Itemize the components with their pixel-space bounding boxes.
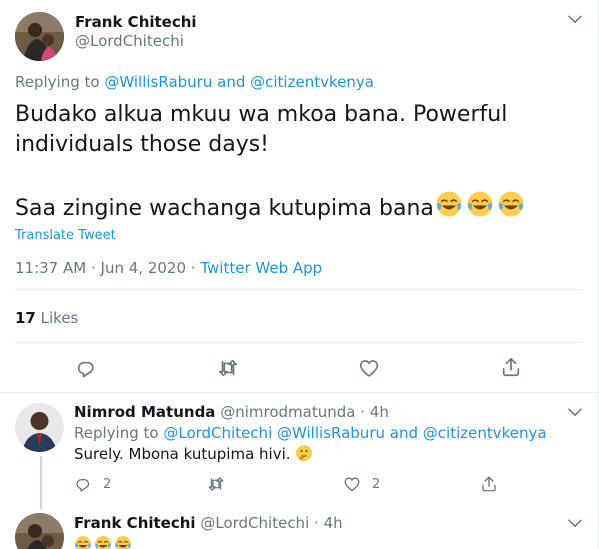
author-name[interactable]: Nimrod Matunda xyxy=(74,403,215,421)
tweet-time[interactable]: 11:37 AM xyxy=(15,259,86,277)
replying-to: Replying to @LordChitechi @WillisRaburu … xyxy=(74,423,547,443)
likes-count: 17 xyxy=(15,309,36,327)
tears-of-joy-emoji-icon xyxy=(94,535,112,549)
mention-lordchitechi[interactable]: @LordChitechi xyxy=(163,424,272,442)
tears-of-joy-emoji-icon xyxy=(466,190,494,218)
reply-button[interactable] xyxy=(75,357,97,379)
retweet-button[interactable] xyxy=(206,475,226,493)
reply-icon xyxy=(77,361,94,378)
reply-header: Nimrod Matunda @nimrodmatunda · 4h xyxy=(74,402,389,422)
tweet-text-line: Saa zingine wachanga kutupima bana xyxy=(15,190,525,224)
like-count: 2 xyxy=(372,476,381,492)
mention-citizentvkenya[interactable]: @citizentvkenya xyxy=(250,73,374,91)
author-name[interactable]: Frank Chitechi xyxy=(75,12,197,32)
like-button[interactable]: 2 xyxy=(343,475,380,493)
translate-tweet-link[interactable]: Translate Tweet xyxy=(15,227,116,245)
reply-text: Surely. Mbona kutupima hivi. xyxy=(74,444,313,464)
share-button[interactable] xyxy=(500,356,522,378)
retweet-icon xyxy=(208,477,224,491)
thinking-face-emoji-icon xyxy=(295,444,313,462)
chevron-down-icon[interactable] xyxy=(566,515,584,533)
retweet-icon xyxy=(218,359,238,377)
avatar[interactable] xyxy=(15,403,64,452)
reply-count: 2 xyxy=(103,476,112,492)
tweet-meta: 11:37 AM · Jun 4, 2020 · Twitter Web App xyxy=(15,258,322,278)
section-divider xyxy=(0,392,598,393)
divider xyxy=(15,342,583,343)
meta-separator: · xyxy=(314,514,319,532)
meta-separator: · xyxy=(90,259,96,277)
reply-text xyxy=(74,535,132,549)
meta-separator: · xyxy=(360,403,366,421)
reply-text-fragment: Surely. Mbona kutupima hivi. xyxy=(74,445,291,463)
reply-time[interactable]: 4h xyxy=(324,514,343,532)
chevron-down-icon[interactable] xyxy=(566,11,584,29)
tweet-text: Budako alkua mkuu wa mkoa bana. Powerful… xyxy=(15,100,525,224)
replying-to: Replying to @WillisRaburu and @citizentv… xyxy=(15,72,374,92)
likes-label: Likes xyxy=(40,309,79,327)
author-handle[interactable]: @nimrodmatunda xyxy=(220,403,355,421)
reply-icon xyxy=(76,478,90,492)
avatar[interactable] xyxy=(15,12,64,61)
tears-of-joy-emoji-icon xyxy=(74,535,92,549)
tweet-date[interactable]: Jun 4, 2020 xyxy=(101,259,186,277)
mention-citizentvkenya[interactable]: @citizentvkenya xyxy=(423,424,547,442)
author-handle[interactable]: @LordChitechi xyxy=(75,31,184,51)
tears-of-joy-emoji-icon xyxy=(435,190,463,218)
chevron-down-icon[interactable] xyxy=(566,404,584,422)
avatar[interactable] xyxy=(15,513,64,549)
tears-of-joy-emoji-icon xyxy=(114,535,132,549)
share-button[interactable] xyxy=(480,475,498,493)
share-icon xyxy=(502,357,520,377)
replying-and: and xyxy=(217,73,246,91)
likes-stat[interactable]: 17 Likes xyxy=(15,308,78,328)
like-button[interactable] xyxy=(358,357,380,379)
tweet-text-line: individuals those days! xyxy=(15,132,269,157)
replying-prefix: Replying to xyxy=(74,424,159,442)
meta-separator: · xyxy=(190,259,196,277)
tears-of-joy-emoji-icon xyxy=(497,190,525,218)
tweet-source[interactable]: Twitter Web App xyxy=(200,259,322,277)
heart-icon xyxy=(344,477,360,492)
reply-time[interactable]: 4h xyxy=(370,403,389,421)
author-name[interactable]: Frank Chitechi xyxy=(74,514,196,532)
share-icon xyxy=(482,476,496,492)
mention-willisraburu[interactable]: @WillisRaburu xyxy=(277,424,385,442)
reply-header: Frank Chitechi @LordChitechi · 4h xyxy=(74,513,343,533)
replying-and: and xyxy=(389,424,419,442)
replying-prefix: Replying to xyxy=(15,73,100,91)
retweet-button[interactable] xyxy=(216,357,240,379)
author-handle[interactable]: @LordChitechi xyxy=(200,514,309,532)
reply-button[interactable]: 2 xyxy=(74,475,111,493)
thread-line xyxy=(40,456,42,509)
tweet-text-fragment: Saa zingine wachanga kutupima bana xyxy=(15,196,434,221)
divider xyxy=(15,289,583,290)
mention-willisraburu[interactable]: @WillisRaburu xyxy=(104,73,212,91)
heart-icon xyxy=(359,360,379,377)
tweet-text-line: Budako alkua mkuu wa mkoa bana. Powerful xyxy=(15,102,508,127)
